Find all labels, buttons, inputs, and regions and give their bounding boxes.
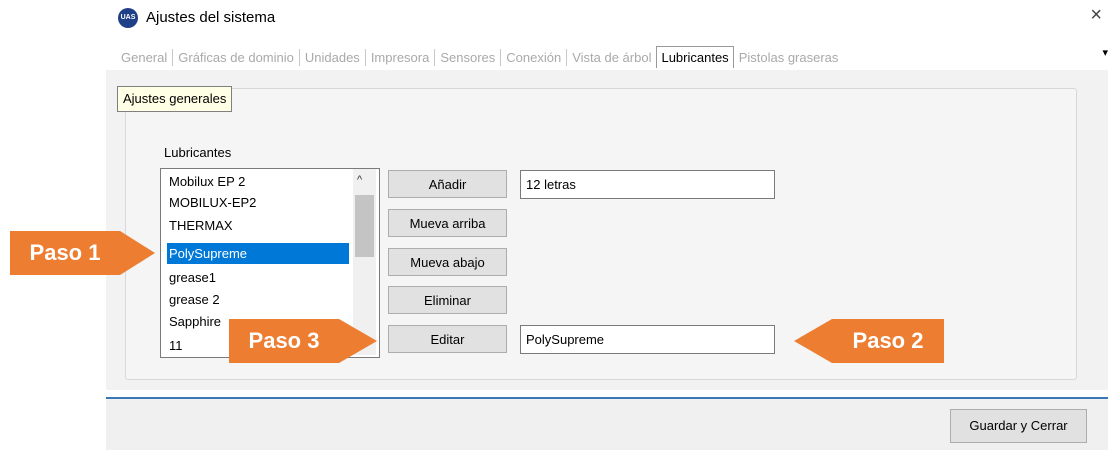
tab-bar: General Gráficas de dominio Unidades Imp… xyxy=(116,45,843,70)
scroll-up-icon[interactable]: ^ xyxy=(357,174,362,186)
move-up-button[interactable]: Mueva arriba xyxy=(388,209,507,237)
lubricants-label: Lubricantes xyxy=(164,145,232,160)
callout-step-2-arrow-icon xyxy=(794,319,832,363)
list-item[interactable]: MOBILUX-EP2 xyxy=(167,192,349,213)
tab-domain-charts[interactable]: Gráficas de dominio xyxy=(173,49,300,66)
scroll-thumb[interactable] xyxy=(355,195,374,257)
new-lubricant-input[interactable]: 12 letras xyxy=(520,170,775,199)
tab-scroll-icon[interactable]: ▾ xyxy=(1102,46,1108,59)
list-item[interactable]: grease 2 xyxy=(167,289,349,310)
list-item[interactable]: THERMAX xyxy=(167,215,349,236)
list-item[interactable]: Mobilux EP 2 xyxy=(167,171,349,192)
tab-units[interactable]: Unidades xyxy=(300,49,366,66)
app-logo-icon: UAS xyxy=(118,8,138,28)
callout-step-3: Paso 3 xyxy=(229,319,339,363)
tab-connection[interactable]: Conexión xyxy=(501,49,568,66)
callout-step-1-arrow-icon xyxy=(120,231,155,275)
edit-button[interactable]: Editar xyxy=(388,325,507,353)
add-button[interactable]: Añadir xyxy=(388,170,507,198)
group-title: Ajustes generales xyxy=(117,86,233,112)
delete-button[interactable]: Eliminar xyxy=(388,286,507,314)
callout-step-3-arrow-icon xyxy=(339,319,377,363)
tab-printer[interactable]: Impresora xyxy=(366,49,436,66)
window-title: Ajustes del sistema xyxy=(146,9,276,26)
save-close-button[interactable]: Guardar y Cerrar xyxy=(950,409,1087,443)
callout-step-2: Paso 2 xyxy=(832,319,944,363)
tab-sensors[interactable]: Sensores xyxy=(435,49,502,66)
move-down-button[interactable]: Mueva abajo xyxy=(388,248,507,276)
callout-step-1: Paso 1 xyxy=(10,231,120,275)
edit-lubricant-input[interactable]: PolySupreme xyxy=(520,325,775,354)
close-icon[interactable]: × xyxy=(1090,4,1102,27)
tab-lubricants[interactable]: Lubricantes xyxy=(656,45,734,68)
list-item[interactable]: grease1 xyxy=(167,267,349,288)
tab-general[interactable]: General xyxy=(116,49,174,66)
tab-grease-guns[interactable]: Pistolas graseras xyxy=(734,49,844,66)
list-item-selected[interactable]: PolySupreme xyxy=(167,243,349,264)
tab-tree-view[interactable]: Vista de árbol xyxy=(567,49,656,66)
